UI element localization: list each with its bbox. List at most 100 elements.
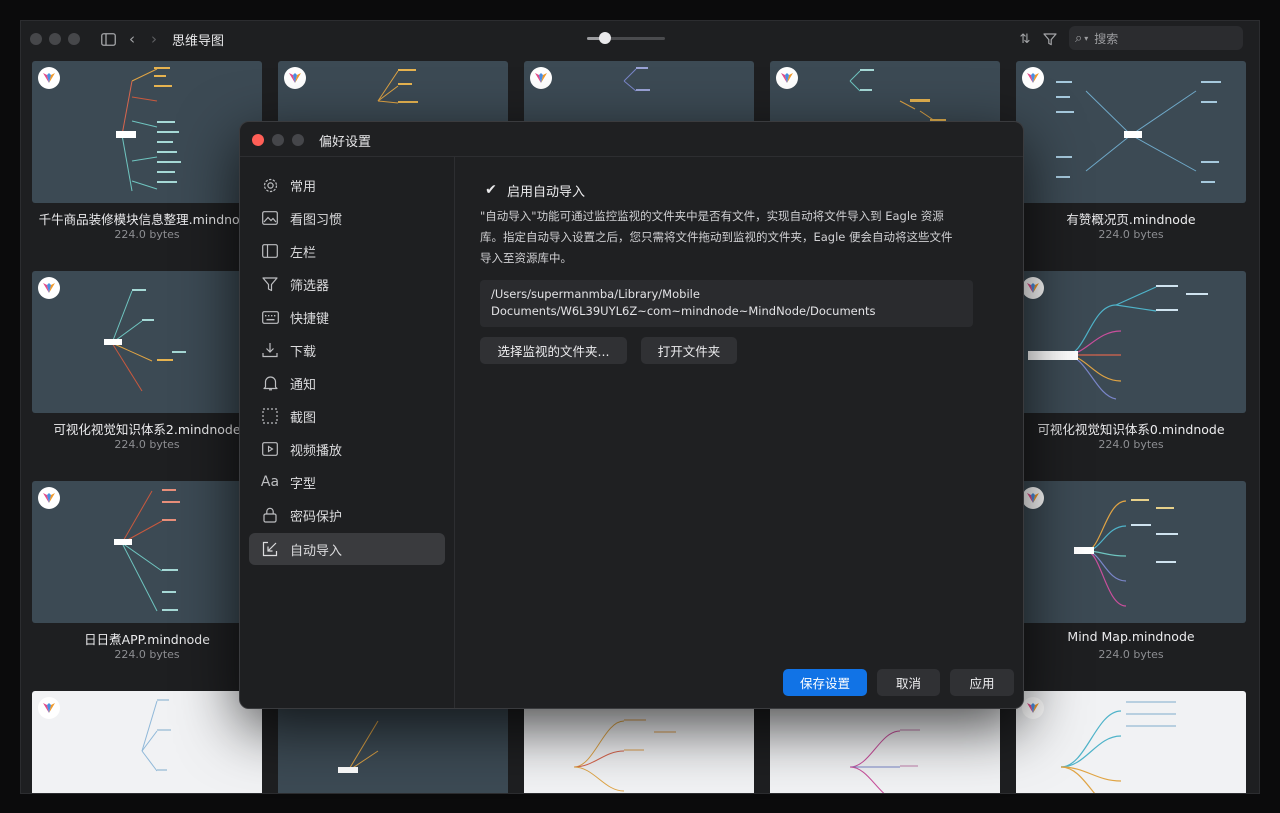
window-close-button[interactable] — [30, 33, 42, 45]
nav-label: 快捷键 — [290, 311, 330, 327]
file-thumbnail — [1016, 481, 1246, 623]
file-name: 日日煮APP.mindnode — [84, 632, 210, 647]
mindnode-app-icon — [38, 697, 60, 719]
nav-label: 视频播放 — [290, 443, 343, 459]
sidebar-toggle-icon[interactable] — [97, 28, 119, 50]
file-size: 224.0 bytes — [1098, 438, 1164, 451]
sort-icon[interactable]: ⇅ — [1014, 28, 1036, 50]
nav-item-auto-import[interactable]: 自动导入 — [249, 533, 445, 565]
nav-label: 看图习惯 — [290, 212, 343, 228]
mindnode-app-icon — [1022, 697, 1044, 719]
nav-label: 通知 — [290, 377, 317, 393]
nav-label: 密码保护 — [290, 509, 343, 525]
zoom-slider-handle[interactable] — [599, 32, 611, 44]
window-minimize-button[interactable] — [49, 33, 61, 45]
window-zoom-button[interactable] — [68, 33, 80, 45]
file-thumbnail — [32, 61, 262, 203]
nav-item-filter[interactable]: 筛选器 — [249, 268, 445, 300]
search-icon: ⌕ — [1075, 30, 1083, 46]
forward-icon[interactable]: › — [143, 28, 165, 50]
mindnode-app-icon — [776, 67, 798, 89]
mindnode-app-icon — [1022, 277, 1044, 299]
file-size: 224.0 bytes — [114, 228, 180, 241]
nav-label: 筛选器 — [290, 278, 330, 294]
open-folder-button[interactable]: 打开文件夹 — [641, 337, 737, 364]
video-icon — [261, 440, 279, 458]
file-name: 可视化视觉知识体系0.mindnode — [1037, 422, 1225, 437]
file-name: 千牛商品装修模块信息整理.mindnode — [38, 212, 256, 227]
save-settings-button[interactable]: 保存设置 — [783, 669, 867, 696]
cancel-button[interactable]: 取消 — [877, 669, 940, 696]
dialog-title: 偏好设置 — [319, 135, 372, 150]
nav-label: 下载 — [290, 344, 317, 360]
file-name: 可视化视觉知识体系2.mindnode — [53, 422, 241, 437]
nav-label: 字型 — [290, 476, 317, 492]
auto-import-checkbox-label[interactable]: 启用自动导入 — [507, 181, 585, 200]
file-thumbnail — [1016, 61, 1246, 203]
file-size: 224.0 bytes — [114, 648, 180, 661]
apply-button[interactable]: 应用 — [950, 669, 1014, 696]
download-icon — [261, 341, 279, 359]
nav-item-general[interactable]: 常用 — [249, 169, 445, 201]
file-size: 224.0 bytes — [114, 438, 180, 451]
search-placeholder: 搜索 — [1094, 31, 1119, 46]
mindnode-app-icon — [1022, 67, 1044, 89]
image-icon — [261, 209, 279, 227]
file-name: Mind Map.mindnode — [1067, 629, 1195, 644]
nav-label: 左栏 — [290, 245, 317, 261]
path-line-1: /Users/supermanmba/Library/Mobile — [491, 287, 700, 301]
chevron-down-icon: ▾ — [1084, 33, 1089, 43]
filter-icon[interactable] — [1039, 28, 1061, 50]
filter-icon — [261, 275, 279, 293]
file-thumbnail — [1016, 271, 1246, 413]
search-input[interactable]: ⌕ ▾ 搜索 — [1069, 26, 1243, 50]
bell-icon — [261, 374, 279, 392]
file-thumbnail — [32, 271, 262, 413]
nav-item-video[interactable]: 视频播放 — [249, 433, 445, 465]
dialog-minimize-button — [272, 134, 284, 146]
import-icon — [261, 540, 279, 558]
nav-item-download[interactable]: 下载 — [249, 334, 445, 366]
mindnode-app-icon — [284, 67, 306, 89]
screenshot-icon — [261, 407, 279, 425]
nav-item-password[interactable]: 密码保护 — [249, 499, 445, 531]
file-size: 224.0 bytes — [1098, 228, 1164, 241]
preferences-dialog: 偏好设置 常用 看图习惯 左栏 筛选器 快捷键 下载 通知 截图 视频播放 Aa… — [239, 121, 1024, 709]
file-name: 有赞概况页.mindnode — [1066, 212, 1196, 227]
back-icon[interactable]: ‹ — [121, 28, 143, 50]
nav-item-notifications[interactable]: 通知 — [249, 367, 445, 399]
nav-label: 截图 — [290, 410, 317, 426]
auto-import-description: "自动导入"功能可通过监控监视的文件夹中是否有文件，实现自动将文件导入到 Eag… — [480, 209, 953, 265]
gear-icon — [261, 176, 279, 194]
nav-item-sidebar[interactable]: 左栏 — [249, 235, 445, 267]
auto-import-panel: ✔ 启用自动导入 "自动导入"功能可通过监控监视的文件夹中是否有文件，实现自动将… — [456, 157, 1023, 708]
dialog-zoom-button — [292, 134, 304, 146]
file-thumbnail — [32, 481, 262, 623]
nav-item-fonts[interactable]: Aa 字型 — [249, 466, 445, 498]
file-size: 224.0 bytes — [1098, 648, 1164, 661]
nav-label: 常用 — [290, 179, 317, 195]
file-thumbnail — [32, 691, 262, 793]
sidebar-icon — [261, 242, 279, 260]
nav-label: 自动导入 — [290, 543, 343, 559]
preferences-sidebar: 常用 看图习惯 左栏 筛选器 快捷键 下载 通知 截图 视频播放 Aa 字型 密… — [240, 157, 455, 708]
keyboard-icon — [261, 308, 279, 326]
watched-folder-path: /Users/supermanmba/Library/Mobile Docume… — [480, 280, 973, 327]
nav-item-screenshot[interactable]: 截图 — [249, 400, 445, 432]
nav-item-viewing[interactable]: 看图习惯 — [249, 202, 445, 234]
lock-icon — [261, 506, 279, 524]
dialog-close-button[interactable] — [252, 134, 264, 146]
auto-import-checkbox[interactable]: ✔ — [483, 182, 499, 198]
folder-title: 思维导图 — [172, 34, 225, 49]
path-line-2: Documents/W6L39UYL6Z~com~mindnode~MindNo… — [491, 304, 876, 318]
mindnode-app-icon — [38, 487, 60, 509]
mindnode-app-icon — [38, 67, 60, 89]
font-icon: Aa — [260, 474, 280, 490]
toolbar: ‹ › 思维导图 ⇅ ⌕ ▾ 搜索 — [21, 21, 1259, 57]
nav-item-shortcuts[interactable]: 快捷键 — [249, 301, 445, 333]
file-thumbnail — [1016, 691, 1246, 793]
mindnode-app-icon — [530, 67, 552, 89]
mindnode-app-icon — [1022, 487, 1044, 509]
mindnode-app-icon — [38, 277, 60, 299]
choose-folder-button[interactable]: 选择监视的文件夹... — [480, 337, 627, 364]
